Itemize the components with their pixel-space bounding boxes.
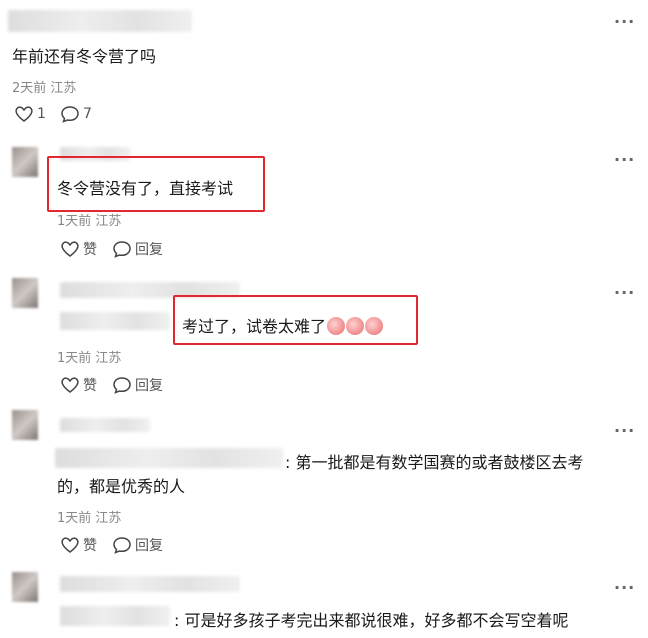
avatar[interactable]	[12, 278, 38, 308]
username-blurred	[60, 576, 240, 592]
reply-label: 回复	[135, 538, 163, 554]
heart-icon	[15, 106, 33, 122]
heart-icon	[61, 537, 79, 553]
username-blurred	[8, 10, 192, 32]
comment-text: 冬令营没有了，直接考试	[57, 179, 234, 198]
like-button[interactable]: 赞	[60, 535, 97, 555]
like-label: 赞	[83, 242, 97, 258]
post-meta: 2天前 江苏	[12, 81, 77, 96]
crying-face-emoji	[327, 317, 346, 335]
more-icon[interactable]: ···	[614, 150, 635, 169]
like-button[interactable]: 赞	[60, 375, 97, 395]
avatar[interactable]	[12, 147, 38, 177]
comment-meta: 1天前 江苏	[57, 511, 122, 526]
reply-to-blurred	[55, 448, 283, 468]
reply-label: 回复	[135, 378, 163, 394]
comment-text-line1: : 第一批都是有数学国赛的或者鼓楼区去考	[285, 453, 584, 472]
comment-meta: 1天前 江苏	[57, 351, 122, 366]
like-button[interactable]: 赞	[60, 239, 97, 259]
like-count: 1	[37, 106, 46, 122]
more-icon[interactable]: ···	[614, 12, 635, 31]
reply-to-blurred	[60, 606, 170, 626]
post-text: 年前还有冬令营了吗	[12, 47, 157, 66]
more-icon[interactable]: ···	[614, 578, 635, 597]
reply-label: 回复	[135, 242, 163, 258]
comment-text-content: 考过了，试卷太难了	[182, 317, 327, 336]
chat-bubble-icon	[113, 537, 131, 554]
avatar[interactable]	[12, 572, 38, 602]
more-icon[interactable]: ···	[614, 283, 635, 302]
more-icon[interactable]: ···	[614, 421, 635, 440]
comment-count: 7	[83, 106, 92, 122]
avatar[interactable]	[12, 410, 38, 440]
crying-face-emoji	[346, 317, 365, 335]
username-blurred	[60, 418, 150, 432]
heart-icon	[61, 241, 79, 257]
comment-meta: 1天前 江苏	[57, 214, 122, 229]
reply-to-blurred	[60, 312, 170, 330]
heart-icon	[61, 377, 79, 393]
chat-bubble-icon	[61, 106, 79, 123]
like-button[interactable]: 1	[14, 105, 46, 123]
like-label: 赞	[83, 378, 97, 394]
comment-text-line2: 的，都是优秀的人	[57, 477, 186, 496]
like-label: 赞	[83, 538, 97, 554]
chat-bubble-icon	[113, 377, 131, 394]
comment-text: 考过了，试卷太难了	[182, 313, 384, 337]
reply-button[interactable]: 回复	[112, 535, 163, 555]
reply-button[interactable]: 回复	[112, 239, 163, 259]
crying-face-emoji	[365, 317, 384, 335]
comment-button[interactable]: 7	[60, 105, 92, 123]
reply-button[interactable]: 回复	[112, 375, 163, 395]
comment-text: : 可是好多孩子考完出来都说很难，好多都不会写空着呢	[174, 611, 569, 630]
chat-bubble-icon	[113, 241, 131, 258]
